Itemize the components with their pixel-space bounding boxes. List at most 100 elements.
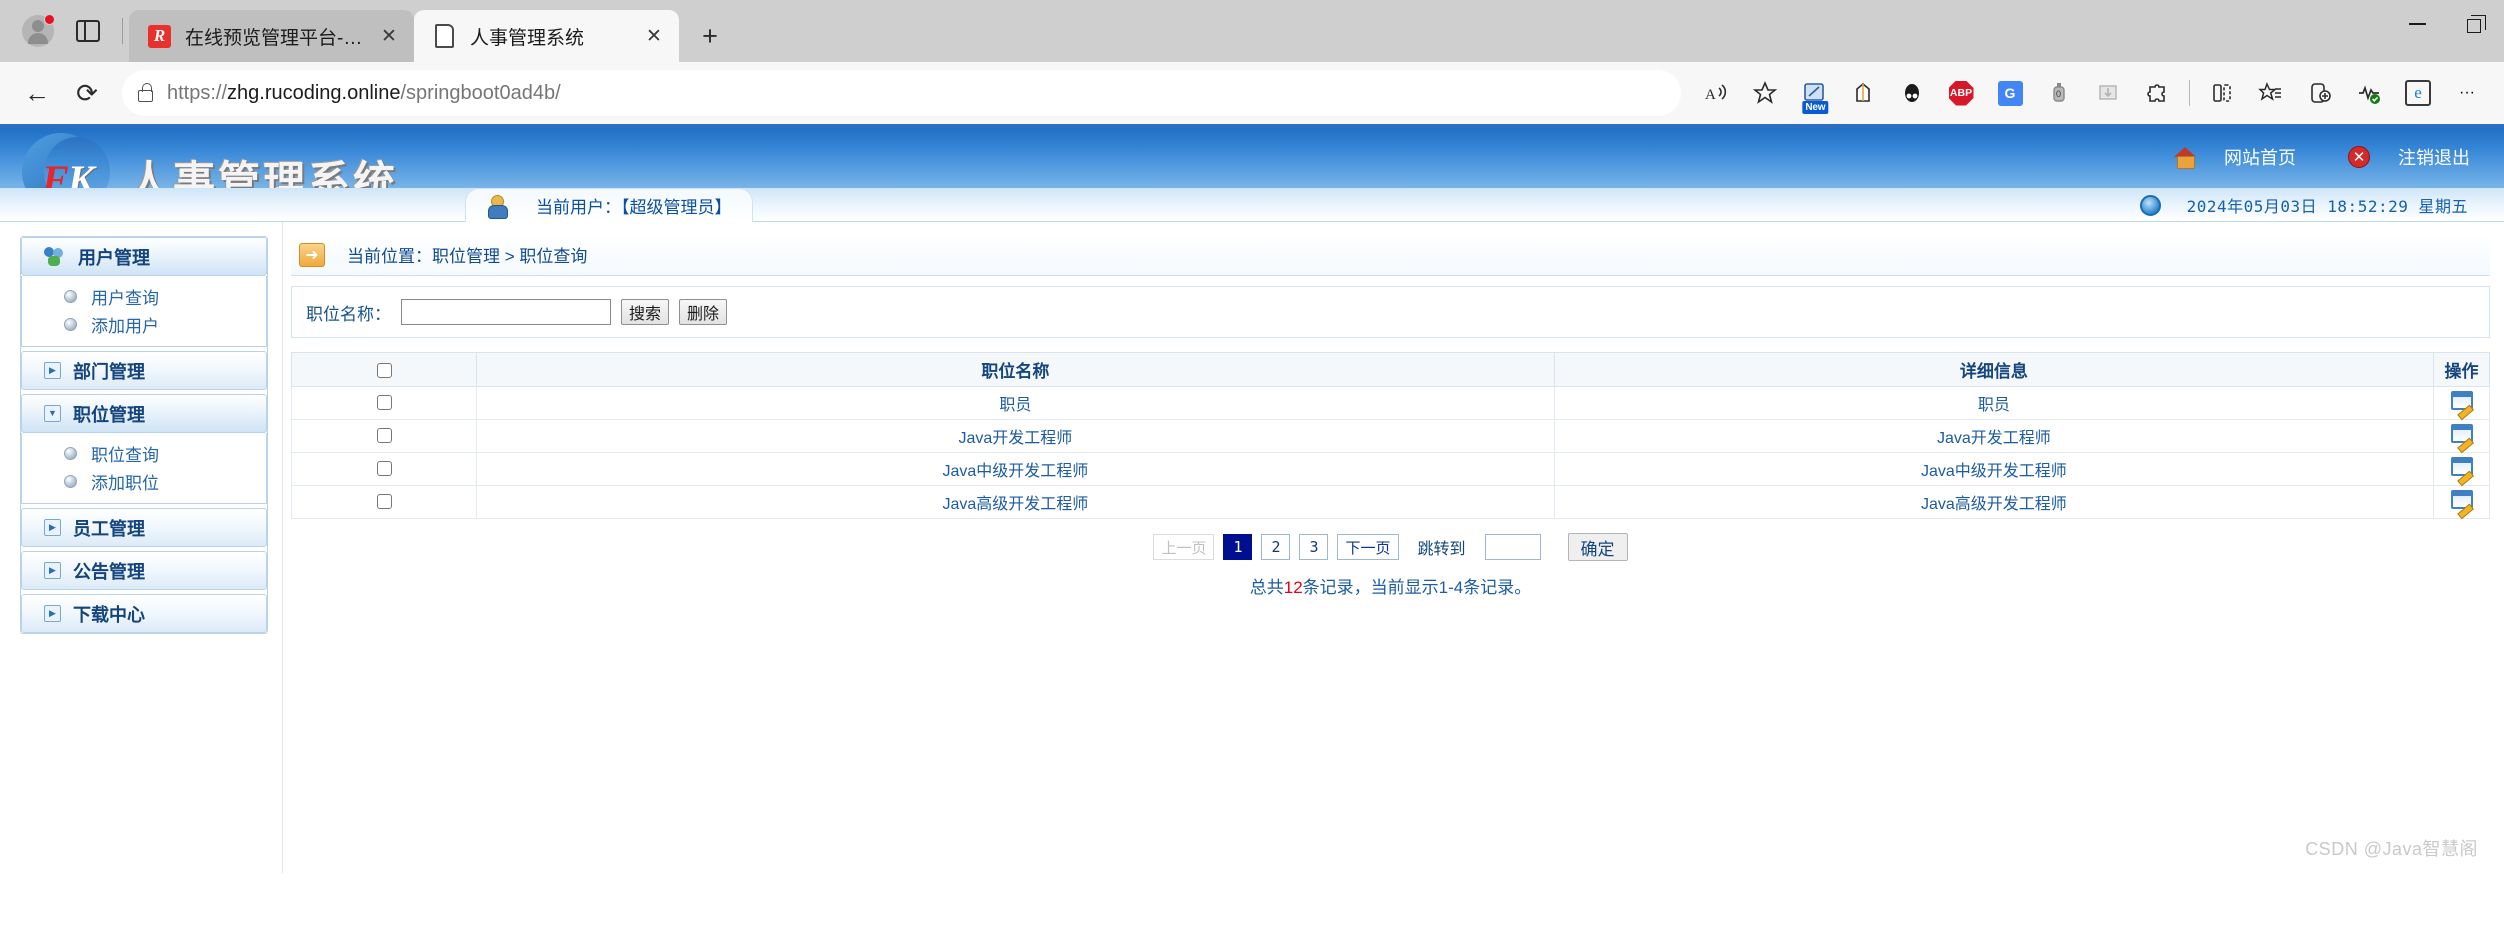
edit-icon[interactable]	[2450, 490, 2473, 509]
sidebar-menu: 用户管理 用户查询 添加用户 ▶ 部门管理 ▼ 职位管理 职位查询 添加职位 ▶…	[20, 236, 268, 634]
breadcrumb: ➜ 当前位置：职位管理 > 职位查询	[291, 234, 2490, 276]
app-title: 人事管理系统	[128, 157, 399, 188]
url-input[interactable]: https://zhg.rucoding.online/springboot0a…	[122, 70, 1681, 116]
read-aloud-icon[interactable]: A	[1693, 70, 1739, 116]
sidebar-group-label: 公告管理	[73, 561, 145, 582]
logout-close-icon: ✕	[2348, 146, 2370, 168]
extensions-puzzle-icon[interactable]	[2134, 70, 2180, 116]
row-name[interactable]: 职员	[476, 386, 1555, 420]
row-checkbox[interactable]	[376, 395, 392, 411]
main-content: ➜ 当前位置：职位管理 > 职位查询 职位名称： 搜索 删除 职位名称 详细信息…	[283, 222, 2504, 873]
sidebar-group-label: 职位管理	[73, 404, 145, 425]
edit-icon[interactable]	[2450, 457, 2473, 476]
search-button[interactable]: 搜索	[621, 299, 670, 325]
reload-button[interactable]: ⟳	[64, 70, 110, 116]
tab-close-icon[interactable]: ✕	[376, 23, 402, 49]
tab-actions-icon[interactable]	[76, 20, 100, 42]
sidebar-item-position-query[interactable]: 职位查询	[22, 439, 266, 467]
logo-fk-text: FK	[42, 156, 94, 188]
positions-table: 职位名称 详细信息 操作 职员 职员 Java开发工程师 Java开发工程师 J…	[291, 352, 2490, 519]
header-link-label: 网站首页	[2224, 148, 2296, 168]
delete-button[interactable]: 删除	[679, 299, 728, 325]
pagination-prev[interactable]: 上一页	[1153, 534, 1215, 560]
row-info[interactable]: Java高级开发工程师	[1553, 485, 2435, 519]
restore-button[interactable]	[2446, 0, 2504, 48]
confirm-button[interactable]: 确定	[1567, 533, 1628, 561]
row-checkbox[interactable]	[376, 428, 392, 444]
back-button[interactable]: ←	[14, 70, 60, 116]
favorites-list-icon[interactable]	[2248, 70, 2294, 116]
search-input[interactable]	[401, 299, 611, 325]
browser-tab-1[interactable]: 人事管理系统 ✕	[414, 10, 679, 62]
internet-explorer-mode-icon[interactable]: e	[2395, 70, 2441, 116]
edit-icon[interactable]	[2450, 424, 2473, 443]
abp-label: ABP	[1948, 80, 1974, 106]
sidebar-group-departments: ▶ 部门管理	[21, 351, 267, 390]
shopping-bag-icon[interactable]	[1840, 70, 1886, 116]
sidebar-item-add-position[interactable]: 添加职位	[22, 467, 266, 495]
sidebar-item-employee-management[interactable]: ▶ 员工管理	[21, 508, 267, 547]
row-name[interactable]: Java高级开发工程师	[476, 485, 1555, 519]
browser-essentials-icon[interactable]	[2346, 70, 2392, 116]
browser-toolbar-icons: A New ABP G 0 e ···	[1693, 70, 2490, 116]
adblock-plus-icon[interactable]: ABP	[1938, 70, 1984, 116]
header-link-home[interactable]: 网站首页	[2174, 144, 2296, 170]
table-header-info: 详细信息	[1553, 352, 2435, 387]
pagination-page-2[interactable]: 2	[1261, 534, 1291, 560]
select-all-checkbox[interactable]	[376, 362, 392, 378]
tab-close-icon[interactable]: ✕	[641, 23, 667, 49]
jump-to-input[interactable]	[1484, 534, 1541, 560]
sidebar-item-department-management[interactable]: ▶ 部门管理	[21, 351, 267, 390]
edit-icon[interactable]	[2450, 391, 2473, 410]
datetime-display: 2024年05月03日 18:52:29 星期五	[2139, 188, 2468, 222]
row-info[interactable]: Java开发工程师	[1553, 419, 2435, 453]
new-tab-button[interactable]: +	[689, 15, 731, 57]
expand-right-icon: ▶	[44, 519, 61, 536]
settings-more-icon[interactable]: ···	[2444, 70, 2490, 116]
add-device-icon[interactable]	[2297, 70, 2343, 116]
pagination-page-1[interactable]: 1	[1223, 534, 1253, 560]
sidebar-group-label: 用户管理	[78, 247, 150, 268]
url-host: zhg.rucoding.online	[227, 81, 401, 104]
split-screen-icon[interactable]	[2199, 70, 2245, 116]
header-link-logout[interactable]: ✕ 注销退出	[2348, 144, 2470, 170]
favorite-star-icon[interactable]	[1742, 70, 1788, 116]
extension-tool-icon[interactable]: 0	[2036, 70, 2082, 116]
dark-reader-icon[interactable]	[1889, 70, 1935, 116]
table-row: Java中级开发工程师 Java中级开发工程师	[291, 452, 2490, 486]
search-panel: 职位名称： 搜索 删除	[291, 286, 2490, 338]
pagination-page-3[interactable]: 3	[1299, 534, 1329, 560]
users-group-icon	[44, 246, 66, 267]
sidebar-item-download-center[interactable]: ▶ 下载中心	[21, 594, 267, 633]
download-extension-icon[interactable]	[2085, 70, 2131, 116]
row-name[interactable]: Java中级开发工程师	[476, 452, 1555, 486]
sidebar-group-label: 部门管理	[73, 361, 145, 382]
sidebar-item-add-user[interactable]: 添加用户	[22, 310, 266, 338]
sidebar-item-user-query[interactable]: 用户查询	[22, 282, 266, 310]
sidebar-item-position-management[interactable]: ▼ 职位管理	[21, 394, 267, 433]
browser-address-bar: ← ⟳ https://zhg.rucoding.online/springbo…	[0, 62, 2504, 124]
collections-new-icon[interactable]: New	[1791, 70, 1837, 116]
minimize-button[interactable]	[2388, 0, 2446, 48]
profile-avatar[interactable]	[22, 14, 55, 47]
sidebar-item-announcement-management[interactable]: ▶ 公告管理	[21, 551, 267, 590]
row-info[interactable]: Java中级开发工程师	[1553, 452, 2435, 486]
bullet-icon	[64, 446, 77, 460]
svg-text:A: A	[1705, 87, 1716, 103]
table-header-select-all	[291, 352, 477, 387]
clock-icon	[2139, 194, 2161, 216]
row-info[interactable]: 职员	[1553, 386, 2435, 420]
row-action-cell	[2433, 485, 2490, 519]
row-checkbox[interactable]	[376, 494, 392, 510]
sidebar-item-user-management[interactable]: 用户管理	[21, 237, 267, 276]
pagination-next[interactable]: 下一页	[1337, 534, 1399, 560]
row-checkbox-cell	[291, 452, 477, 486]
row-checkbox[interactable]	[376, 461, 392, 477]
browser-tab-0[interactable]: R 在线预览管理平台-Java智慧阁 ✕	[129, 10, 414, 62]
google-translate-icon[interactable]: G	[1987, 70, 2033, 116]
row-name[interactable]: Java开发工程师	[476, 419, 1555, 453]
watermark: CSDN @Java智慧阁	[2305, 839, 2478, 859]
row-checkbox-cell	[291, 386, 477, 420]
logo-letter-f: F	[42, 157, 69, 188]
summary-prefix: 总共	[1249, 578, 1284, 597]
